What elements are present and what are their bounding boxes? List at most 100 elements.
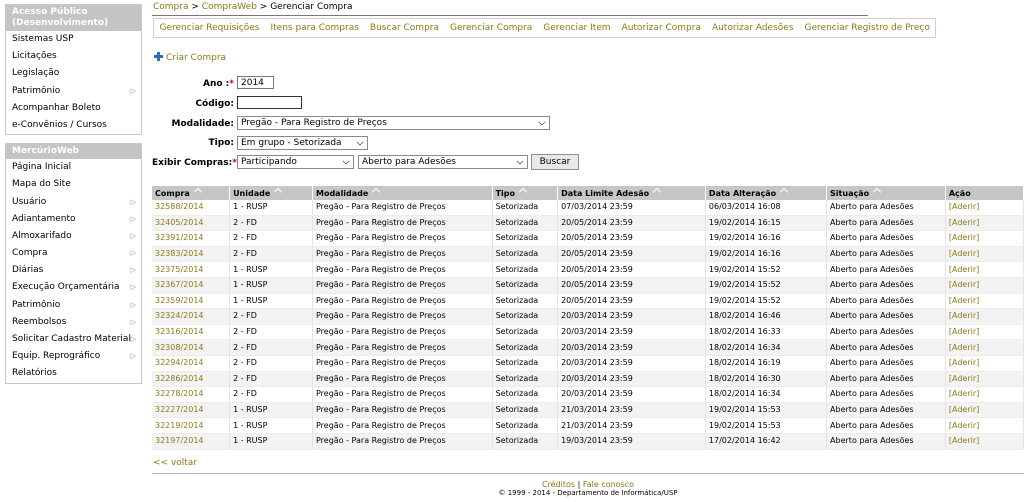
exibir-compras-select[interactable]: Participando — [237, 155, 354, 169]
buscar-button[interactable]: Buscar — [531, 154, 579, 170]
compra-link[interactable]: 32391/2014 — [155, 233, 204, 242]
sidebar-item-legislacao[interactable]: Legislação — [6, 65, 141, 82]
compra-link[interactable]: 32278/2014 — [155, 389, 204, 398]
aderir-link[interactable]: [Aderir] — [949, 265, 979, 274]
column-header-modalidade[interactable]: Modalidade — [312, 186, 493, 200]
table-row: 32391/2014 2 - FD Pregão - Para Registro d… — [152, 230, 1024, 247]
column-header-data-limite-adesao[interactable]: Data Limite Adesão — [557, 186, 706, 200]
chevron-down-icon — [342, 157, 350, 165]
tab-gerenciar-registro-de-preco[interactable]: Gerenciar Registro de Preço — [799, 19, 935, 37]
tab-autorizar-adesoes[interactable]: Autorizar Adesões — [706, 19, 799, 37]
sidebar-item-label: Reembolsos — [12, 316, 67, 327]
sidebar-item-patrimonio[interactable]: Patrimônio ▷ — [6, 83, 141, 100]
tab-gerenciar-requisicoes[interactable]: Gerenciar Requisições — [154, 19, 265, 37]
voltar-link[interactable]: << voltar — [153, 458, 197, 468]
compra-link[interactable]: 32324/2014 — [155, 311, 204, 320]
mercurioweb-menu: MercúrioWeb Página Inicial Mapa do Site Us… — [5, 143, 142, 384]
table-row: 32405/2014 2 - FD Pregão - Para Registro d… — [152, 215, 1024, 232]
sidebar-item-equip-reprografico[interactable]: Equip. Reprográfico ▷ — [6, 348, 141, 365]
sidebar-item-diarias[interactable]: Diárias ▷ — [6, 262, 141, 279]
cell-modalidade: Pregão - Para Registro de Preços — [312, 215, 493, 232]
tab-itens-para-compras[interactable]: Itens para Compras — [265, 19, 364, 37]
cell-data-limite-adesao: 21/03/2014 23:59 — [557, 417, 706, 434]
sidebar-item-reembolsos[interactable]: Reembolsos ▷ — [6, 314, 141, 331]
aderir-link[interactable]: [Aderir] — [949, 327, 979, 336]
breadcrumb-compraweb[interactable]: CompraWeb — [202, 2, 257, 12]
aderir-link[interactable]: [Aderir] — [949, 280, 979, 289]
sidebar-item-usuario[interactable]: Usuário ▷ — [6, 194, 141, 211]
situacao-select[interactable]: Aberto para Adesões — [358, 155, 528, 169]
aderir-link[interactable]: [Aderir] — [949, 358, 979, 367]
tab-gerenciar-compra[interactable]: Gerenciar Compra — [445, 19, 538, 37]
aderir-link[interactable]: [Aderir] — [949, 421, 979, 430]
compra-link[interactable]: 32308/2014 — [155, 343, 204, 352]
column-header-tipo[interactable]: Tipo — [492, 186, 559, 200]
sidebar-item-e-convenios-cursos[interactable]: e-Convênios / Cursos — [6, 117, 141, 134]
sidebar-item-adiantamento[interactable]: Adiantamento ▷ — [6, 211, 141, 228]
sidebar-item-mapa-do-site[interactable]: Mapa do Site — [6, 176, 141, 193]
ano-label: Ano :* — [202, 79, 234, 89]
compra-link[interactable]: 32286/2014 — [155, 374, 204, 383]
sidebar-item-compra[interactable]: Compra ▷ — [6, 245, 141, 262]
column-header-situacao[interactable]: Situação — [826, 186, 946, 200]
codigo-input[interactable] — [237, 96, 302, 109]
cell-tipo: Setorizada — [492, 371, 559, 388]
aderir-link[interactable]: [Aderir] — [949, 374, 979, 383]
creditos-link[interactable]: Créditos — [542, 480, 575, 489]
column-header-data-alteracao[interactable]: Data Alteração — [705, 186, 828, 200]
aderir-link[interactable]: [Aderir] — [949, 343, 979, 352]
compra-link[interactable]: 32405/2014 — [155, 218, 204, 227]
aderir-link[interactable]: [Aderir] — [949, 296, 979, 305]
aderir-link[interactable]: [Aderir] — [949, 405, 979, 414]
compra-link[interactable]: 32383/2014 — [155, 249, 204, 258]
sidebar-item-solicitar-cadastro-material[interactable]: Solicitar Cadastro Material ▷ — [6, 331, 141, 348]
cell-unidade: 2 - FD — [229, 324, 313, 341]
compra-link[interactable]: 32227/2014 — [155, 405, 204, 414]
compra-link[interactable]: 32375/2014 — [155, 265, 204, 274]
sidebar-item-execucao-orcamentaria[interactable]: Execução Orçamentária ▷ — [6, 279, 141, 296]
column-header-acao[interactable]: Ação — [945, 186, 1024, 200]
aderir-link[interactable]: [Aderir] — [949, 389, 979, 398]
compra-link[interactable]: 32359/2014 — [155, 296, 204, 305]
aderir-link[interactable]: [Aderir] — [949, 311, 979, 320]
table-row: 32324/2014 2 - FD Pregão - Para Registro d… — [152, 308, 1024, 325]
sidebar-item-almoxarifado[interactable]: Almoxarifado ▷ — [6, 228, 141, 245]
cell-tipo: Setorizada — [492, 261, 559, 278]
tab-buscar-compra[interactable]: Buscar Compra — [364, 19, 444, 37]
compra-link[interactable]: 32588/2014 — [155, 202, 204, 211]
column-header-label: Unidade — [233, 188, 271, 198]
cell-data-limite-adesao: 20/03/2014 23:59 — [557, 324, 706, 341]
compra-link[interactable]: 32294/2014 — [155, 358, 204, 367]
tab-autorizar-compra[interactable]: Autorizar Compra — [616, 19, 706, 37]
compra-link[interactable]: 32367/2014 — [155, 280, 204, 289]
compra-link[interactable]: 32316/2014 — [155, 327, 204, 336]
sidebar-item-relatorios[interactable]: Relatórios — [6, 365, 141, 382]
sidebar-item-acompanhar-boleto[interactable]: Acompanhar Boleto — [6, 100, 141, 117]
table-row: 32197/2014 1 - RUSP Pregão - Para Registro… — [152, 433, 1024, 450]
compra-link[interactable]: 32219/2014 — [155, 421, 204, 430]
sidebar-item-licitacoes[interactable]: Licitações — [6, 48, 141, 65]
tipo-select[interactable]: Em grupo - Setorizada — [237, 136, 368, 150]
aderir-link[interactable]: [Aderir] — [949, 249, 979, 258]
acao-cell: [Aderir] — [945, 277, 1024, 294]
cell-data-limite-adesao: 20/03/2014 23:59 — [557, 339, 706, 356]
criar-compra-link[interactable]: Criar Compra — [154, 52, 226, 63]
sidebar-item-label: Acompanhar Boleto — [12, 102, 101, 113]
ano-input[interactable]: 2014 — [237, 76, 274, 89]
aderir-link[interactable]: [Aderir] — [949, 436, 979, 445]
sidebar-item-pagina-inicial[interactable]: Página Inicial — [6, 159, 141, 176]
aderir-link[interactable]: [Aderir] — [949, 202, 979, 211]
tab-gerenciar-item[interactable]: Gerenciar Item — [538, 19, 616, 37]
compra-link[interactable]: 32197/2014 — [155, 436, 204, 445]
cell-tipo: Setorizada — [492, 200, 559, 216]
fale-conosco-link[interactable]: Fale conosco — [583, 480, 634, 489]
aderir-link[interactable]: [Aderir] — [949, 233, 979, 242]
sidebar-item-sistemas-usp[interactable]: Sistemas USP — [6, 31, 141, 48]
column-header-compra[interactable]: Compra — [152, 186, 231, 200]
column-header-unidade[interactable]: Unidade — [229, 186, 313, 200]
modalidade-select[interactable]: Pregão - Para Registro de Preços — [237, 116, 550, 130]
sidebar-item-patrimonio[interactable]: Patrimônio ▷ — [6, 297, 141, 314]
aderir-link[interactable]: [Aderir] — [949, 218, 979, 227]
sidebar-item-label: Patrimônio — [12, 85, 61, 96]
breadcrumb-compra[interactable]: Compra — [153, 2, 189, 12]
